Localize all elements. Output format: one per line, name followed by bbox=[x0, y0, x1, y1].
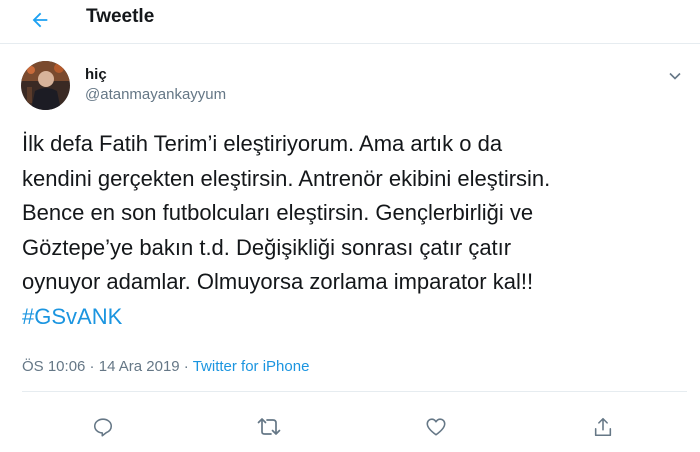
page-title: Tweetle bbox=[86, 6, 155, 27]
more-options-button[interactable] bbox=[663, 64, 687, 88]
tweet-date[interactable]: 14 Ara 2019 bbox=[99, 358, 180, 375]
author-handle[interactable]: @atanmayankayyum bbox=[85, 86, 226, 104]
share-icon bbox=[592, 416, 614, 438]
tweet-text-line: Bence en son futbolcuları eleştirsin. Ge… bbox=[22, 200, 534, 225]
meta-separator: · bbox=[85, 358, 99, 375]
tweet-text-line: İlk defa Fatih Terim’i eleştiriyorum. Am… bbox=[22, 131, 503, 156]
tweet-time[interactable]: ÖS 10:06 bbox=[22, 358, 85, 375]
hashtag-link[interactable]: #GSvANK bbox=[22, 300, 692, 335]
tweet-text-line: Göztepe’ye bakın t.d. Değişikliği sonras… bbox=[22, 234, 512, 260]
like-button[interactable] bbox=[423, 414, 449, 440]
arrow-left-icon bbox=[29, 9, 51, 31]
reply-button[interactable] bbox=[90, 414, 116, 440]
divider bbox=[22, 391, 687, 392]
reply-icon bbox=[92, 416, 114, 438]
retweet-icon bbox=[257, 416, 281, 438]
top-bar: Tweetle bbox=[0, 0, 700, 44]
tweet-text-line: kendini gerçekten eleştirsin. Antrenör e… bbox=[22, 165, 551, 191]
meta-separator: · bbox=[179, 358, 193, 375]
tweet-metadata: ÖS 10:06 · 14 Ara 2019 · Twitter for iPh… bbox=[22, 357, 309, 377]
author-name[interactable]: hiç bbox=[85, 66, 107, 84]
chevron-down-icon bbox=[668, 69, 682, 83]
retweet-button[interactable] bbox=[256, 414, 282, 440]
tweet-text: İlk defa Fatih Terim’i eleştiriyorum. Am… bbox=[22, 127, 692, 334]
like-icon bbox=[425, 416, 447, 438]
tweet-source-link[interactable]: Twitter for iPhone bbox=[193, 358, 310, 375]
tweet-text-line: oynuyor adamlar. Olmuyorsa zorlama impar… bbox=[22, 269, 534, 294]
back-button[interactable] bbox=[26, 6, 54, 34]
share-button[interactable] bbox=[590, 414, 616, 440]
avatar[interactable] bbox=[21, 61, 70, 110]
